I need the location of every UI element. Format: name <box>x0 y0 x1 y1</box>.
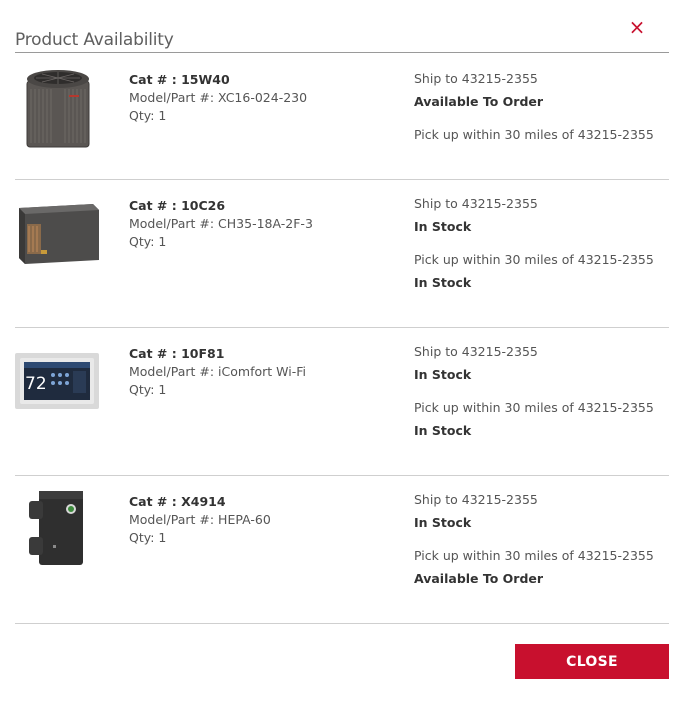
model-part-number: Model/Part #: CH35-18A-2F-3 <box>129 216 313 231</box>
quantity: Qty: 1 <box>129 382 167 397</box>
pickup-label: Pick up within 30 miles of 43215-2355 <box>414 400 654 415</box>
pickup-status: In Stock <box>414 423 472 438</box>
quantity: Qty: 1 <box>129 530 167 545</box>
model-part-number: Model/Part #: iComfort Wi-Fi <box>129 364 306 379</box>
product-availability-modal: × Product Availability Cat #: 15W40 Mod… <box>0 0 684 724</box>
pickup-label: Pick up within 30 miles of 43215-2355 <box>414 252 654 267</box>
close-button[interactable]: CLOSE <box>515 644 669 679</box>
model-part-number: Model/Part #: HEPA-60 <box>129 512 271 527</box>
product-info: Cat # : 10C26 Model/Part #: CH35-18A-2F-… <box>129 197 313 251</box>
availability: Ship to 43215-2355 In Stock Pick up with… <box>414 491 654 588</box>
pickup-status: Available To Order <box>414 571 544 586</box>
ship-to-label: Ship to 43215-2355 <box>414 344 538 359</box>
list-item: Cat # : 10C26 Model/Part #: CH35-18A-2F-… <box>15 180 669 328</box>
list-item: 72 Cat # : 10F81 Model/Part #: iComfort … <box>15 328 669 476</box>
availability: Ship to 43215-2355 In Stock Pick up with… <box>414 343 654 440</box>
product-info: Cat # : 15W40 Model/Part #: XC16-024-230… <box>129 71 307 125</box>
ship-status: In Stock <box>414 367 472 382</box>
availability: Ship to 43215-2355 Available To Order Pi… <box>414 70 654 144</box>
list-item: Cat # : 15W40 Model/Part #: XC16-024-230… <box>15 53 669 180</box>
ship-to-label: Ship to 43215-2355 <box>414 71 538 86</box>
hepa-air-filter-image <box>27 489 87 573</box>
quantity: Qty: 1 <box>129 108 167 123</box>
model-part-number: Model/Part #: XC16-024-230 <box>129 90 308 105</box>
cat-number: Cat # : 10C26 <box>129 198 226 213</box>
thermostat-reading: 72 <box>25 374 47 394</box>
product-info: Cat # : X4914 Model/Part #: HEPA-60 Qty:… <box>129 493 271 547</box>
cat-number: Cat # : 15W40 <box>129 72 230 87</box>
cat-number: Cat # : 10F81 <box>129 346 225 361</box>
evaporator-coil-image <box>15 202 101 270</box>
outdoor-condenser-unit-image <box>23 67 93 153</box>
pickup-status: In Stock <box>414 275 472 290</box>
row-divider <box>15 623 669 624</box>
pickup-label: Pick up within 30 miles of 43215-2355 <box>414 127 654 142</box>
pickup-label: Pick up within 30 miles of 43215-2355 <box>414 548 654 563</box>
ship-to-label: Ship to 43215-2355 <box>414 492 538 507</box>
modal-title: Product Availability <box>15 30 174 50</box>
cat-number: Cat # : X4914 <box>129 494 226 509</box>
product-info: Cat # : 10F81 Model/Part #: iComfort Wi-… <box>129 345 306 399</box>
ship-status: In Stock <box>414 515 472 530</box>
smart-thermostat-image: 72 <box>15 353 99 413</box>
quantity: Qty: 1 <box>129 234 167 249</box>
ship-status: Available To Order <box>414 94 544 109</box>
ship-to-label: Ship to 43215-2355 <box>414 196 538 211</box>
close-icon[interactable]: × <box>626 16 648 38</box>
ship-status: In Stock <box>414 219 472 234</box>
list-item: Cat # : X4914 Model/Part #: HEPA-60 Qty:… <box>15 476 669 624</box>
availability: Ship to 43215-2355 In Stock Pick up with… <box>414 195 654 292</box>
